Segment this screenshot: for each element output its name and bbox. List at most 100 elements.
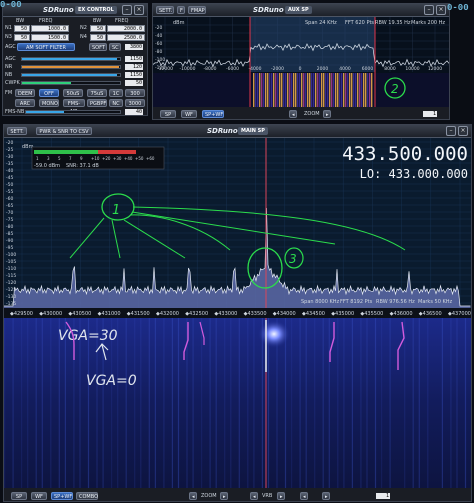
waterfall-streak xyxy=(4,318,6,488)
nc-button[interactable]: NC xyxy=(109,99,123,107)
aux-zoom-down-button[interactable]: ◂ xyxy=(289,110,297,118)
vrb-up-button[interactable]: ▸ xyxy=(277,492,285,500)
main-rbw: RBW 976.56 Hz xyxy=(376,299,415,305)
fms-nr-button[interactable]: FMS-NR xyxy=(63,99,85,115)
notch-n3-bw[interactable]: 50 xyxy=(14,34,30,41)
waterfall-streak xyxy=(201,318,203,488)
waterfall-streak xyxy=(366,318,368,488)
main-sp-titlebar[interactable]: SETT. PWR & SNR TO CSV SDRuno MAIN SP – … xyxy=(4,125,471,138)
am-3000-button[interactable]: 3000 xyxy=(125,99,145,107)
lo-frequency[interactable]: LO: 433.000.000 xyxy=(360,167,468,181)
deem-off-button[interactable]: OFF xyxy=(39,89,59,97)
main-spwf-button[interactable]: SP+WF xyxy=(51,492,73,500)
notch-n2-freq[interactable]: 2000.0 xyxy=(107,25,145,32)
main-sett-button[interactable]: SETT. xyxy=(7,127,27,135)
aux-span: Span 24 KHz xyxy=(305,20,337,26)
aux-waterfall-stripe xyxy=(327,73,329,107)
fm-1c-button[interactable]: 1C xyxy=(109,89,123,97)
am-soft-filter-button[interactable]: AM SOFT FILTER xyxy=(17,43,75,51)
col-bw-label: BW xyxy=(16,18,25,24)
deem-75us-button[interactable]: 75uS xyxy=(87,89,107,97)
window-title: MAIN SP xyxy=(238,127,268,135)
agc-slider[interactable] xyxy=(21,57,121,61)
close-icon[interactable]: × xyxy=(134,5,144,15)
nr-slider-value: 120 xyxy=(125,64,143,70)
aux-waterfall-stripe xyxy=(291,73,293,107)
fms-nb-label: FMS-NB xyxy=(5,109,25,115)
notch-n4-bw[interactable]: 50 xyxy=(90,34,106,41)
notch-n1-bw[interactable]: 50 xyxy=(14,25,30,32)
waterfall-streak xyxy=(50,318,52,488)
combo-button[interactable]: COMBO xyxy=(76,492,98,500)
close-icon[interactable]: × xyxy=(458,126,468,136)
main-ytick-label: -65 xyxy=(6,203,13,209)
arc-button[interactable]: ARC xyxy=(15,99,35,107)
col-bw2-label: BW xyxy=(93,18,102,24)
cwpk-slider-fill xyxy=(22,82,71,84)
aux-zoom-up-button[interactable]: ▸ xyxy=(323,110,331,118)
aux-waterfall-stripe xyxy=(353,73,355,107)
deem-button[interactable]: DEEM xyxy=(15,89,35,97)
main-sp-button[interactable]: SP xyxy=(11,492,27,500)
waterfall-streak xyxy=(456,318,458,488)
main-zoom-down-button[interactable]: ◂ xyxy=(189,492,197,500)
close-icon[interactable]: × xyxy=(436,5,446,15)
waterfall-streak xyxy=(21,318,23,488)
main-xtick-label: ◆435000 xyxy=(331,311,354,317)
nr-slider[interactable] xyxy=(21,65,121,69)
aux-spwf-button[interactable]: SP+WF xyxy=(202,110,224,118)
aux-xtick-label: 10000 xyxy=(405,66,419,72)
main-spectrum-display[interactable]: -20-25-30-35-40-45-50-55-60-65-70-75-80-… xyxy=(4,138,471,321)
aux-waterfall-stripe xyxy=(349,73,351,107)
notch-n4-freq[interactable]: 2500.0 xyxy=(107,34,145,41)
waterfall-streak xyxy=(450,318,452,488)
main-scroll-left-button[interactable]: ◂ xyxy=(300,492,308,500)
minimize-icon[interactable]: – xyxy=(424,5,434,15)
fms-nb-value: 40 xyxy=(125,109,143,115)
aux-waterfall-stripe xyxy=(337,73,339,107)
aux-f-button[interactable]: F xyxy=(177,6,185,14)
vfo-frequency[interactable]: 433.500.000 xyxy=(342,143,468,165)
main-zoom-up-button[interactable]: ▸ xyxy=(220,492,228,500)
soft-button[interactable]: SOFT xyxy=(89,43,107,51)
pwr-snr-csv-button[interactable]: PWR & SNR TO CSV xyxy=(36,127,92,135)
aux-waterfall-stripe xyxy=(355,73,357,107)
mono-button[interactable]: MONO xyxy=(39,99,59,107)
minimize-icon[interactable]: – xyxy=(122,5,132,15)
fm-300-button[interactable]: 300 xyxy=(125,89,145,97)
main-waterfall[interactable] xyxy=(4,318,471,488)
aux-sp-button[interactable]: SP xyxy=(160,110,176,118)
main-wf-button[interactable]: WF xyxy=(31,492,47,500)
clock-left: 0-00 xyxy=(0,0,22,10)
sdruno-logo: SDRuno xyxy=(43,6,74,14)
notch-n3-freq[interactable]: 1500.0 xyxy=(31,34,69,41)
waterfall-streak xyxy=(192,318,194,488)
sc-button[interactable]: SC xyxy=(109,43,121,51)
main-span: Span 8000 KHz xyxy=(301,299,340,305)
aux-spectrum-display[interactable]: dBm Span 24 KHz FFT 620 Pts RBW 19.35 Hz… xyxy=(153,17,449,107)
deem-50us-button[interactable]: 50uS xyxy=(63,89,83,97)
cwpk-slider[interactable] xyxy=(21,81,121,85)
nb-slider[interactable] xyxy=(21,73,121,77)
aux-sett-button[interactable]: SETT. xyxy=(156,6,174,14)
waterfall-streak xyxy=(441,318,443,488)
vrb-down-button[interactable]: ◂ xyxy=(250,492,258,500)
pgbpf-button[interactable]: PGBPF xyxy=(87,99,107,107)
notch-n1-freq[interactable]: 1000.0 xyxy=(31,25,69,32)
main-xtick-label: ◆435500 xyxy=(360,311,383,317)
aux-waterfall-stripe xyxy=(321,73,323,107)
fms-nb-slider[interactable] xyxy=(25,110,121,114)
main-scroll-right-button[interactable]: ▸ xyxy=(322,492,330,500)
aux-sp-titlebar[interactable]: SETT. F FMAP SDRuno AUX SP – × xyxy=(153,4,449,17)
aux-fmap-button[interactable]: FMAP xyxy=(188,6,206,14)
main-frequency-axis[interactable]: ◆429500 ◆430000 ◆430500 ◆431000 ◆431500 ◆4320… xyxy=(4,308,471,318)
minimize-icon[interactable]: – xyxy=(446,126,456,136)
aux-xtick-label: 2000 xyxy=(317,66,329,72)
aux-waterfall-stripe xyxy=(293,73,295,107)
aux-waterfall-stripe xyxy=(305,73,307,107)
ex-control-titlebar[interactable]: SDRuno EX CONTROL – × xyxy=(3,4,147,17)
aux-waterfall-stripe xyxy=(265,73,267,107)
aux-wf-button[interactable]: WF xyxy=(181,110,197,118)
notch-n2-bw[interactable]: 50 xyxy=(90,25,106,32)
aux-waterfall-stripe xyxy=(369,73,371,107)
